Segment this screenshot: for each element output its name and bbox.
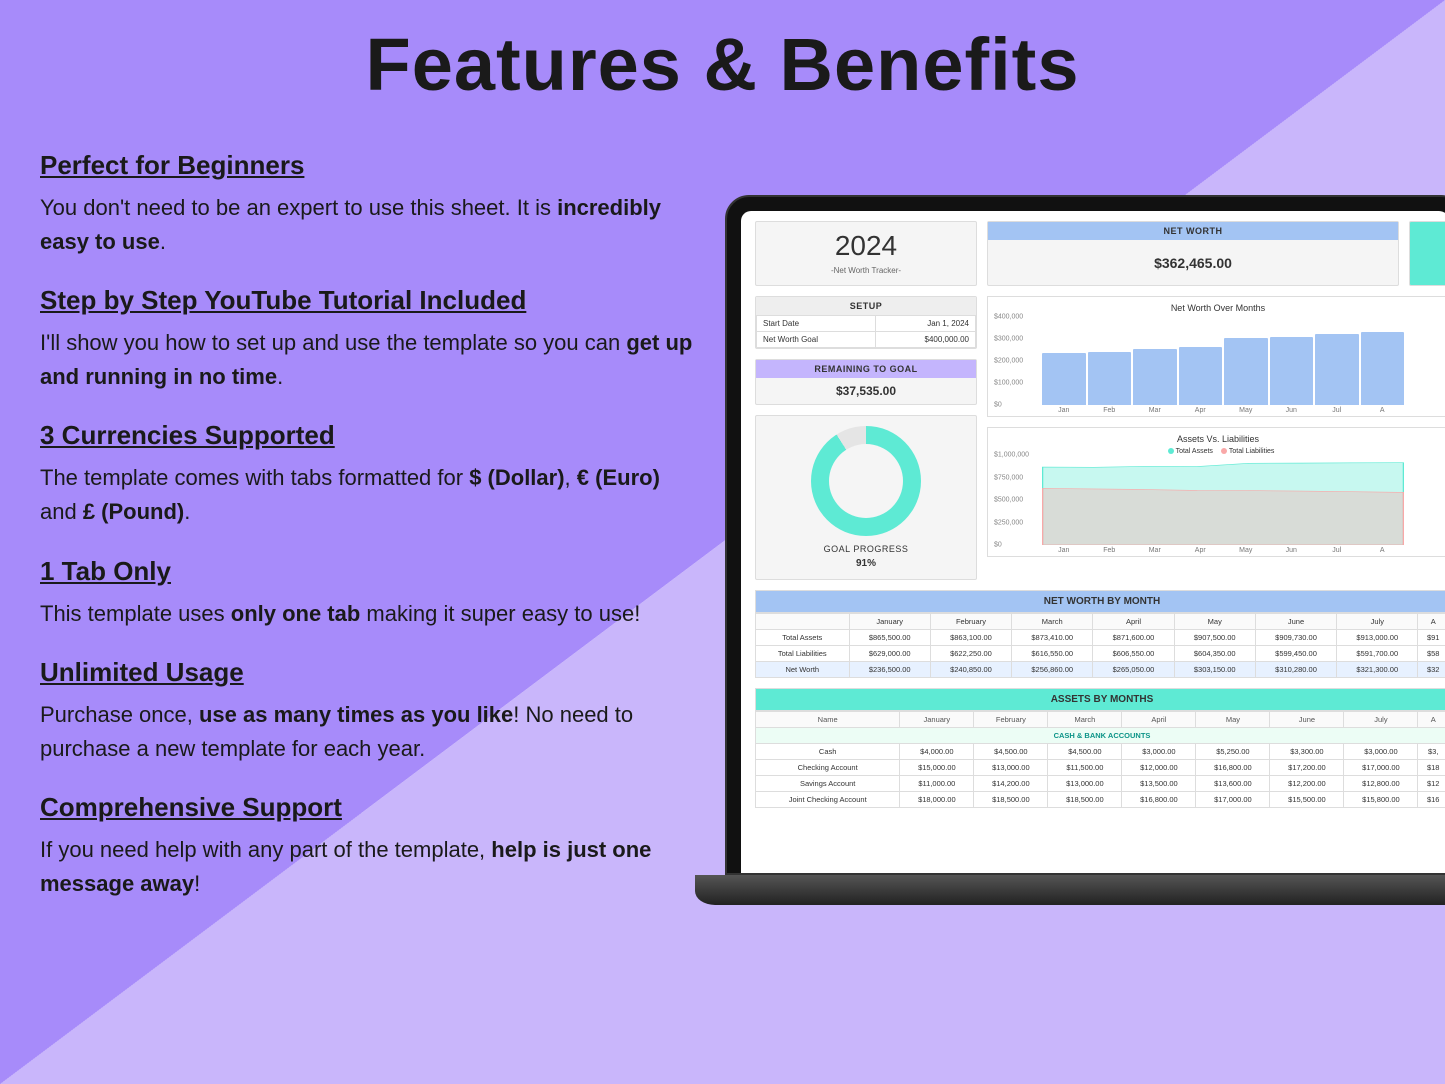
- goal-label: GOAL PROGRESS: [756, 544, 976, 554]
- feature-body: I'll show you how to set up and use the …: [40, 326, 700, 394]
- remaining-card: REMAINING TO GOAL $37,535.00: [755, 359, 977, 405]
- feature-heading: Step by Step YouTube Tutorial Included: [40, 285, 700, 316]
- remaining-label: REMAINING TO GOAL: [756, 360, 976, 378]
- goal-percent: 91%: [756, 558, 976, 569]
- page-title: Features & Benefits: [0, 22, 1445, 107]
- year-value: 2024: [756, 230, 976, 262]
- bar: [1133, 349, 1177, 406]
- bar: [1179, 347, 1223, 405]
- bar: [1224, 338, 1268, 405]
- feature-body: You don't need to be an expert to use th…: [40, 191, 700, 259]
- area-chart-title: Assets Vs. Liabilities: [992, 434, 1444, 444]
- bar-chart: Net Worth Over Months $400,000 $300,000 …: [987, 296, 1445, 417]
- donut-chart: [811, 426, 921, 536]
- nwbm-label: NET WORTH BY MONTH: [755, 590, 1445, 613]
- bar: [1315, 334, 1359, 405]
- area-chart-legend: Total Assets Total Liabilities: [992, 448, 1444, 455]
- feature-body: Purchase once, use as many times as you …: [40, 698, 700, 766]
- feature-heading: 1 Tab Only: [40, 556, 700, 587]
- features-list: Perfect for Beginners You don't need to b…: [40, 150, 700, 927]
- bar-chart-title: Net Worth Over Months: [992, 303, 1444, 313]
- net-worth-card: NET WORTH $362,465.00: [987, 221, 1399, 286]
- bar: [1042, 353, 1086, 405]
- bar: [1088, 352, 1132, 405]
- feature-heading: Perfect for Beginners: [40, 150, 700, 181]
- feature-body: This template uses only one tab making i…: [40, 597, 700, 631]
- area-chart: Assets Vs. Liabilities Total Assets Tota…: [987, 427, 1445, 557]
- assets-label: ASSETS BY MONTHS: [755, 688, 1445, 711]
- setup-cell: Jan 1, 2024: [875, 316, 975, 332]
- setup-label: SETUP: [756, 297, 976, 315]
- remaining-value: $37,535.00: [756, 378, 976, 404]
- feature-heading: Unlimited Usage: [40, 657, 700, 688]
- net-worth-label: NET WORTH: [988, 222, 1398, 240]
- feature-heading: 3 Currencies Supported: [40, 420, 700, 451]
- net-worth-value: $362,465.00: [988, 240, 1398, 285]
- year-card: 2024 -Net Worth Tracker-: [755, 221, 977, 286]
- setup-cell: $400,000.00: [875, 332, 975, 348]
- bar: [1361, 332, 1405, 405]
- assets-by-months: ASSETS BY MONTHS NameJanuaryFebruaryMarc…: [755, 688, 1445, 808]
- feature-body: If you need help with any part of the te…: [40, 833, 700, 901]
- laptop-mockup: 2024 -Net Worth Tracker- NET WORTH $362,…: [725, 195, 1445, 905]
- setup-cell: Net Worth Goal: [757, 332, 876, 348]
- feature-body: The template comes with tabs formatted f…: [40, 461, 700, 529]
- bar: [1270, 337, 1314, 405]
- laptop-base: [695, 875, 1445, 905]
- year-subtitle: -Net Worth Tracker-: [756, 266, 976, 275]
- setup-cell: Start Date: [757, 316, 876, 332]
- setup-card: SETUP Start DateJan 1, 2024Net Worth Goa…: [755, 296, 977, 349]
- networth-by-month: NET WORTH BY MONTH JanuaryFebruaryMarchA…: [755, 590, 1445, 678]
- teal-card-edge: [1409, 221, 1445, 286]
- feature-heading: Comprehensive Support: [40, 792, 700, 823]
- goal-progress-card: GOAL PROGRESS 91%: [755, 415, 977, 580]
